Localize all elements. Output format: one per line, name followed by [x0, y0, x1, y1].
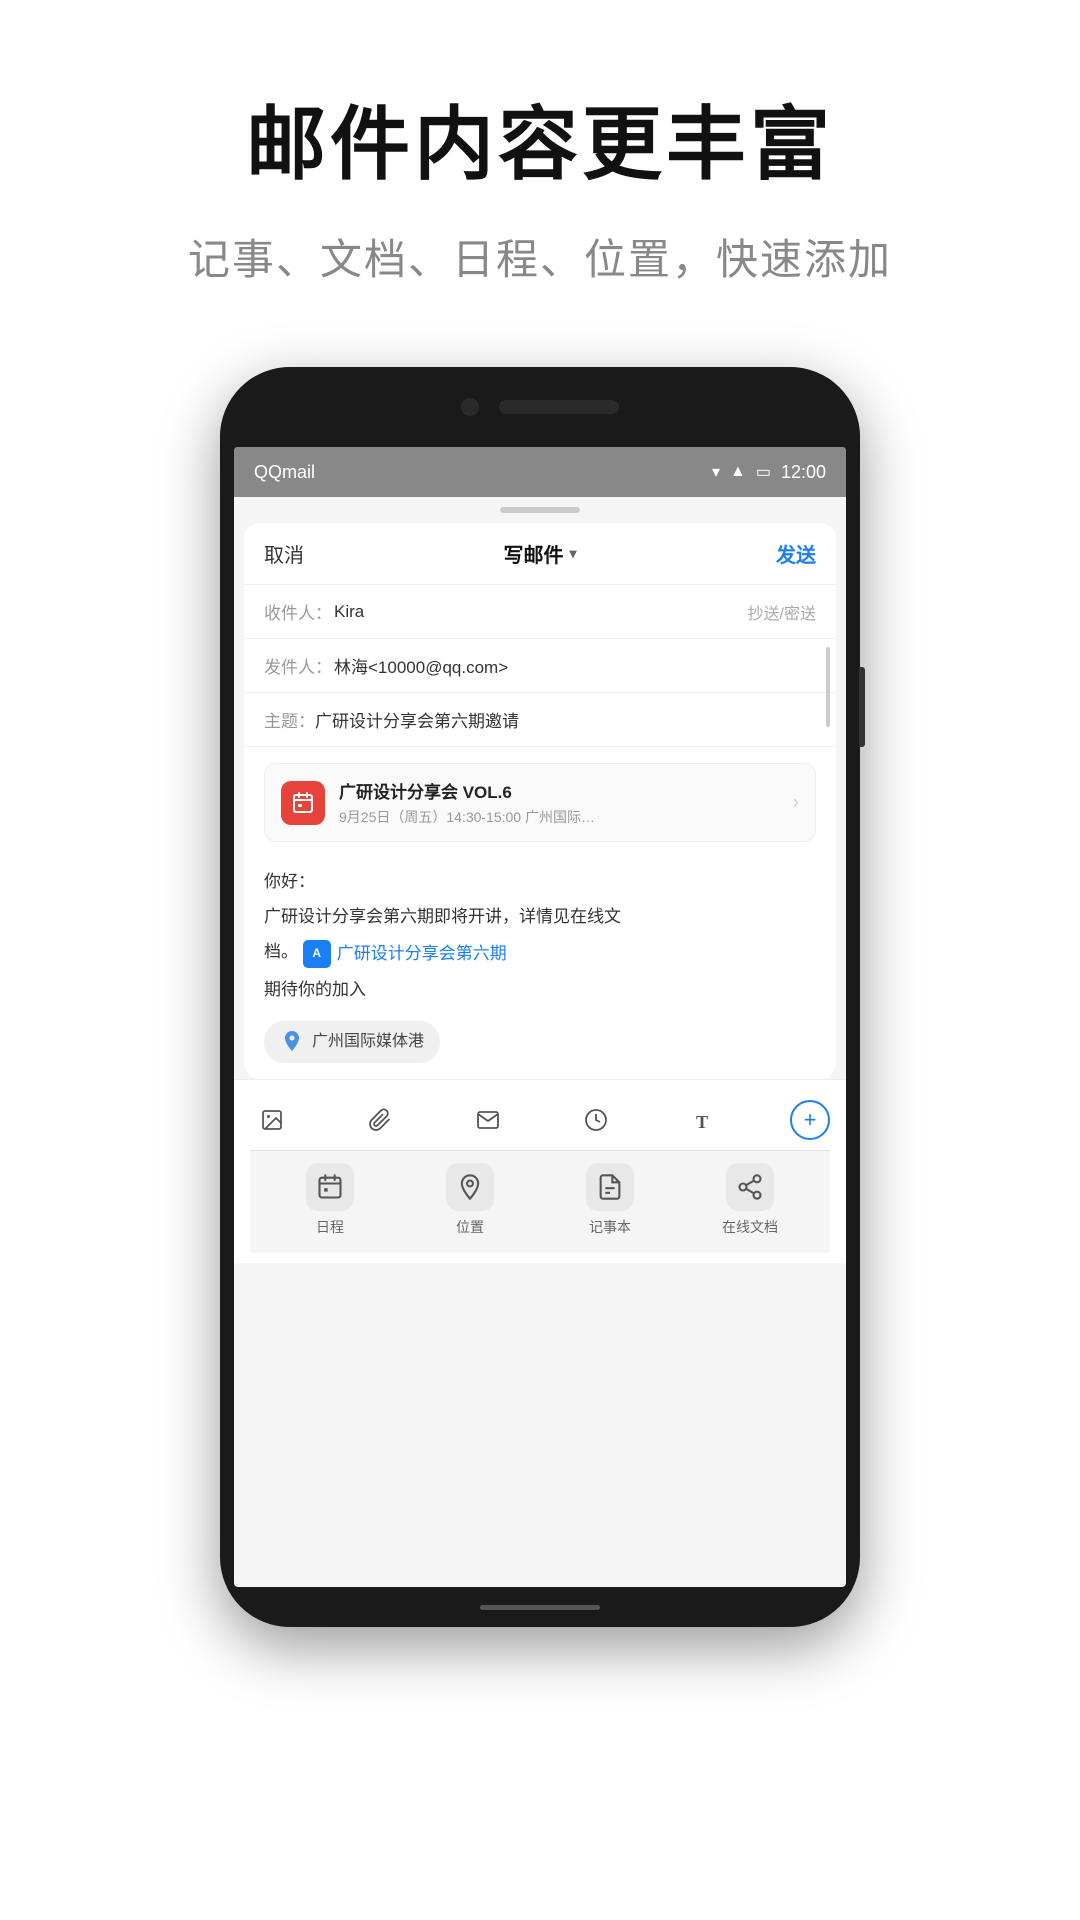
status-bar: QQmail ▾ ▲ ▭ 12:00	[234, 447, 846, 497]
inline-doc[interactable]: A 广研设计分享会第六期	[303, 940, 507, 968]
phone-outer: QQmail ▾ ▲ ▭ 12:00 取消	[220, 367, 860, 1627]
attach-icon[interactable]	[358, 1098, 402, 1142]
compose-title: 写邮件 ▾	[503, 539, 576, 568]
to-label: 收件人：	[264, 599, 334, 624]
subject-field: 主题： 广研设计分享会第六期邀请	[244, 693, 836, 747]
bottom-toolbar: T +	[234, 1079, 846, 1263]
tab-location-label: 位置	[456, 1217, 484, 1237]
compose-title-text: 写邮件	[503, 539, 563, 568]
phone-top-bar	[220, 367, 860, 447]
drag-handle	[500, 507, 580, 513]
email-icon[interactable]	[466, 1098, 510, 1142]
from-label: 发件人：	[264, 653, 334, 678]
status-app-name: QQmail	[254, 462, 315, 483]
phone-bottom	[220, 1587, 860, 1627]
phone-mockup: QQmail ▾ ▲ ▭ 12:00 取消	[220, 367, 860, 1687]
location-chip[interactable]: 广州国际媒体港	[264, 1021, 440, 1063]
image-icon[interactable]	[250, 1098, 294, 1142]
event-info: 广研设计分享会 VOL.6 9月25日（周五）14:30-15:00 广州国际…	[339, 778, 793, 827]
phone-speaker	[499, 400, 619, 414]
phone-camera	[461, 398, 479, 416]
status-icons: ▾ ▲ ▭ 12:00	[712, 462, 826, 483]
email-text-2: 档。	[264, 942, 298, 961]
to-value[interactable]: Kira	[334, 602, 748, 622]
email-compose: 取消 写邮件 ▾ 发送 收件人： Kira 抄送/密送	[244, 523, 836, 1079]
location-pin-icon	[280, 1030, 304, 1054]
doc-link[interactable]: 广研设计分享会第六期	[337, 940, 507, 967]
tab-note-icon	[586, 1163, 634, 1211]
event-card[interactable]: 广研设计分享会 VOL.6 9月25日（周五）14:30-15:00 广州国际……	[264, 763, 816, 842]
from-value[interactable]: 林海<10000@qq.com>	[334, 653, 816, 678]
compose-title-arrow-icon[interactable]: ▾	[569, 545, 576, 562]
tab-calendar[interactable]: 日程	[280, 1163, 380, 1237]
event-time: 9月25日（周五）14:30-15:00 广州国际…	[339, 807, 793, 827]
tab-online-doc-icon	[726, 1163, 774, 1211]
cc-button[interactable]: 抄送/密送	[748, 600, 816, 624]
status-time: 12:00	[781, 462, 826, 483]
subject-value[interactable]: 广研设计分享会第六期邀请	[315, 707, 519, 732]
tab-online-doc-label: 在线文档	[722, 1217, 778, 1237]
phone-screen: QQmail ▾ ▲ ▭ 12:00 取消	[234, 447, 846, 1587]
event-title: 广研设计分享会 VOL.6	[339, 778, 793, 803]
cancel-button[interactable]: 取消	[264, 539, 304, 568]
battery-icon: ▭	[756, 462, 771, 482]
to-field: 收件人： Kira 抄送/密送	[244, 585, 836, 639]
from-field: 发件人： 林海<10000@qq.com>	[244, 639, 836, 693]
scrollbar	[826, 647, 830, 727]
location-chip-wrapper: 广州国际媒体港	[264, 1011, 816, 1063]
bottom-tabs: 日程 位置	[250, 1150, 830, 1253]
add-button[interactable]: +	[790, 1100, 830, 1140]
header-section: 邮件内容更丰富 记事、文档、日程、位置，快速添加	[0, 0, 1080, 327]
calendar-event-icon	[281, 781, 325, 825]
tab-location[interactable]: 位置	[420, 1163, 520, 1237]
doc-icon: A	[303, 940, 331, 968]
subject-label: 主题：	[264, 707, 315, 732]
svg-text:T: T	[696, 1112, 708, 1132]
clock-icon[interactable]	[574, 1098, 618, 1142]
tab-online-doc[interactable]: 在线文档	[700, 1163, 800, 1237]
wifi-icon: ▾	[712, 462, 720, 482]
send-button[interactable]: 发送	[776, 539, 816, 568]
event-arrow-icon: ›	[793, 792, 799, 813]
email-text-1: 广研设计分享会第六期即将开讲，详情见在线文	[264, 907, 621, 926]
tab-location-icon	[446, 1163, 494, 1211]
tab-calendar-label: 日程	[316, 1217, 344, 1237]
toolbar-icons: T +	[250, 1090, 830, 1150]
email-line1: 广研设计分享会第六期即将开讲，详情见在线文	[264, 903, 816, 930]
signal-icon: ▲	[730, 463, 746, 481]
email-line2: 档。 A 广研设计分享会第六期	[264, 938, 816, 968]
location-name: 广州国际媒体港	[312, 1029, 424, 1055]
sub-title: 记事、文档、日程、位置，快速添加	[60, 226, 1020, 287]
tab-calendar-icon	[306, 1163, 354, 1211]
tab-note-label: 记事本	[589, 1217, 631, 1237]
phone-side-button	[859, 667, 865, 747]
email-closing: 期待你的加入	[264, 976, 816, 1003]
text-format-icon[interactable]: T	[682, 1098, 726, 1142]
compose-nav: 取消 写邮件 ▾ 发送	[244, 523, 836, 585]
main-title: 邮件内容更丰富	[60, 80, 1020, 196]
email-greeting: 你好：	[264, 868, 816, 895]
home-indicator	[480, 1605, 600, 1610]
tab-note[interactable]: 记事本	[560, 1163, 660, 1237]
email-body[interactable]: 你好： 广研设计分享会第六期即将开讲，详情见在线文 档。 A 广研设计分享会第六…	[244, 858, 836, 1079]
